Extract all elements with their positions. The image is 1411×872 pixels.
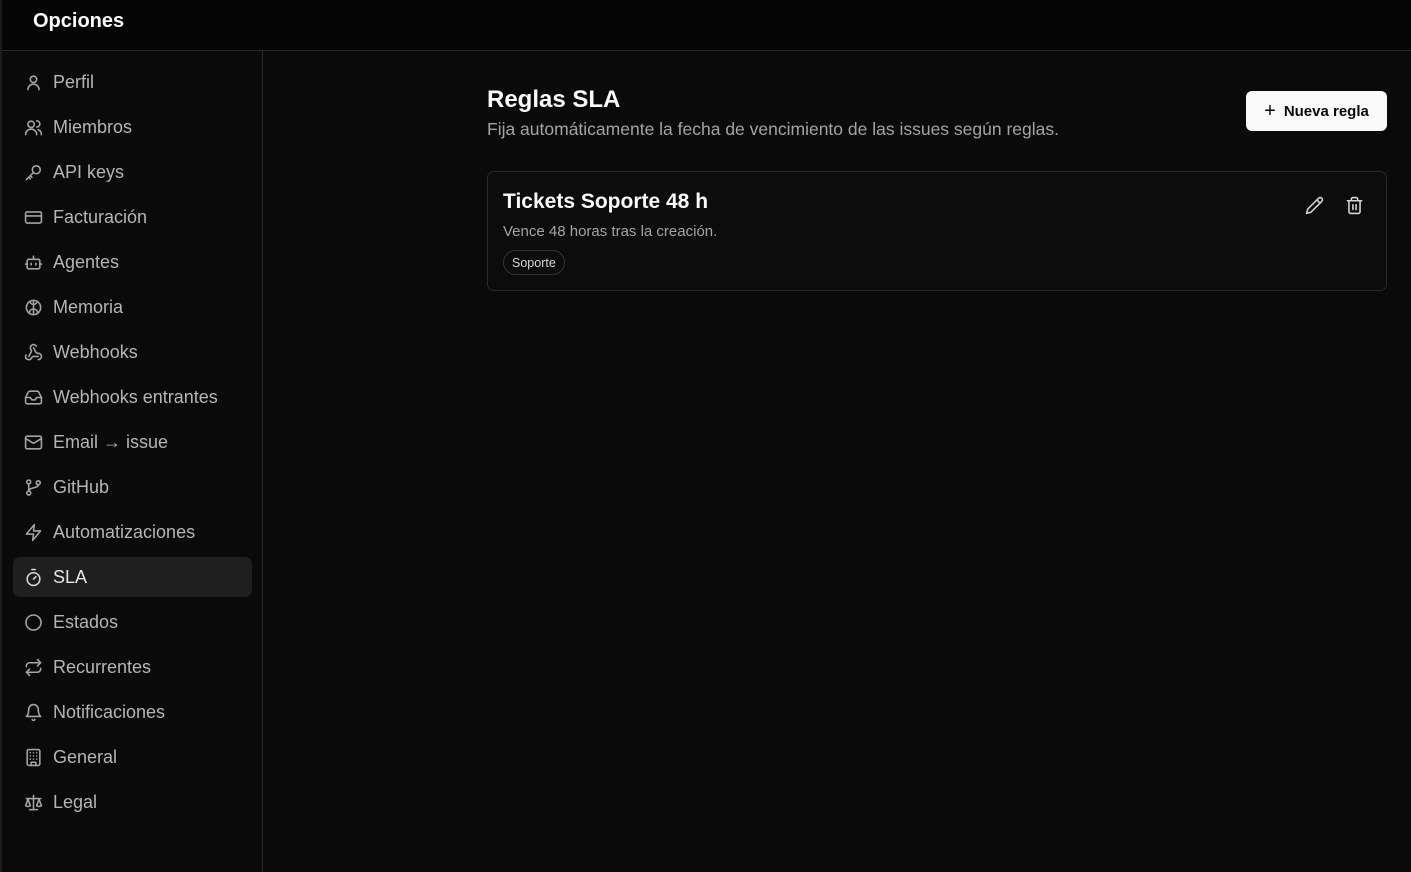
sidebar-item-label: Perfil: [53, 71, 95, 92]
rule-tag: Soporte: [503, 250, 565, 275]
delete-rule-button[interactable]: [1343, 194, 1365, 216]
new-rule-button[interactable]: + Nueva regla: [1246, 91, 1387, 131]
bot-icon: [23, 252, 43, 272]
sidebar-item-webhooks[interactable]: Webhooks: [13, 332, 252, 372]
sidebar-item-facturacion[interactable]: Facturación: [13, 197, 252, 237]
credit-card-icon: [23, 207, 43, 227]
key-icon: [23, 162, 43, 182]
inbox-icon: [23, 387, 43, 407]
main-content: Reglas SLA Fija automáticamente la fecha…: [264, 51, 1411, 872]
bell-icon: [23, 702, 43, 722]
top-bar: Opciones: [2, 0, 1411, 51]
sidebar-item-label: Notificaciones: [53, 701, 166, 722]
sidebar-item-api-keys[interactable]: API keys: [13, 152, 252, 192]
sidebar-item-label: Legal: [53, 791, 98, 812]
users-icon: [23, 117, 43, 137]
sidebar-item-label: General: [53, 746, 118, 767]
sidebar-item-label: Email → issue: [53, 431, 169, 452]
page-header-title: Opciones: [33, 10, 125, 32]
scale-icon: [23, 792, 43, 812]
sidebar-item-label: API keys: [53, 161, 125, 182]
sidebar-item-recurrentes[interactable]: Recurrentes: [13, 647, 252, 687]
settings-app: Opciones Perfil Miembros API keys Factur…: [0, 0, 1411, 872]
sidebar-item-sla[interactable]: SLA: [13, 557, 252, 597]
pencil-icon: [1305, 196, 1323, 214]
new-rule-button-label: Nueva regla: [1283, 102, 1369, 120]
sidebar-item-notificaciones[interactable]: Notificaciones: [13, 692, 252, 732]
sidebar-item-email-issue[interactable]: Email → issue: [13, 422, 252, 462]
sidebar-item-legal[interactable]: Legal: [13, 782, 252, 822]
zap-icon: [23, 522, 43, 542]
page-subtitle: Fija automáticamente la fecha de vencimi…: [487, 119, 1059, 139]
sidebar-item-label: Miembros: [53, 116, 133, 137]
webhook-icon: [23, 342, 43, 362]
git-branch-icon: [23, 477, 43, 497]
timer-icon: [23, 567, 43, 587]
sidebar-item-automatizaciones[interactable]: Automatizaciones: [13, 512, 252, 552]
settings-sidebar: Perfil Miembros API keys Facturación Age…: [2, 51, 263, 872]
mail-icon: [23, 432, 43, 452]
sidebar-item-label: Agentes: [53, 251, 120, 272]
sidebar-item-label: Recurrentes: [53, 656, 152, 677]
sidebar-item-label: Webhooks entrantes: [53, 386, 218, 407]
repeat-icon: [23, 657, 43, 677]
sidebar-item-estados[interactable]: Estados: [13, 602, 252, 642]
rule-name: Tickets Soporte 48 h: [503, 190, 709, 213]
sidebar-item-label: SLA: [53, 566, 88, 587]
sidebar-item-github[interactable]: GitHub: [13, 467, 252, 507]
circle-icon: [23, 612, 43, 632]
plus-icon: +: [1264, 100, 1276, 122]
trash-icon: [1346, 196, 1362, 214]
sidebar-item-label: Webhooks: [53, 341, 138, 362]
building-icon: [23, 747, 43, 767]
sidebar-item-general[interactable]: General: [13, 737, 252, 777]
sidebar-item-miembros[interactable]: Miembros: [13, 107, 252, 147]
sidebar-item-memoria[interactable]: Memoria: [13, 287, 252, 327]
edit-rule-button[interactable]: [1303, 194, 1325, 216]
sidebar-item-label: Estados: [53, 611, 119, 632]
brain-icon: [23, 297, 43, 317]
sidebar-item-label: Memoria: [53, 296, 124, 317]
rule-description: Vence 48 horas tras la creación.: [503, 223, 718, 240]
sla-rule-card: Tickets Soporte 48 h Vence 48 horas tras…: [487, 171, 1387, 291]
sidebar-item-label: Facturación: [53, 206, 148, 227]
user-icon: [23, 72, 43, 92]
sidebar-item-label: Automatizaciones: [53, 521, 196, 542]
sidebar-item-webhooks-entrantes[interactable]: Webhooks entrantes: [13, 377, 252, 417]
sidebar-item-label: GitHub: [53, 476, 110, 497]
sidebar-item-agentes[interactable]: Agentes: [13, 242, 252, 282]
page-title: Reglas SLA: [487, 86, 621, 113]
sidebar-item-perfil[interactable]: Perfil: [13, 62, 252, 102]
